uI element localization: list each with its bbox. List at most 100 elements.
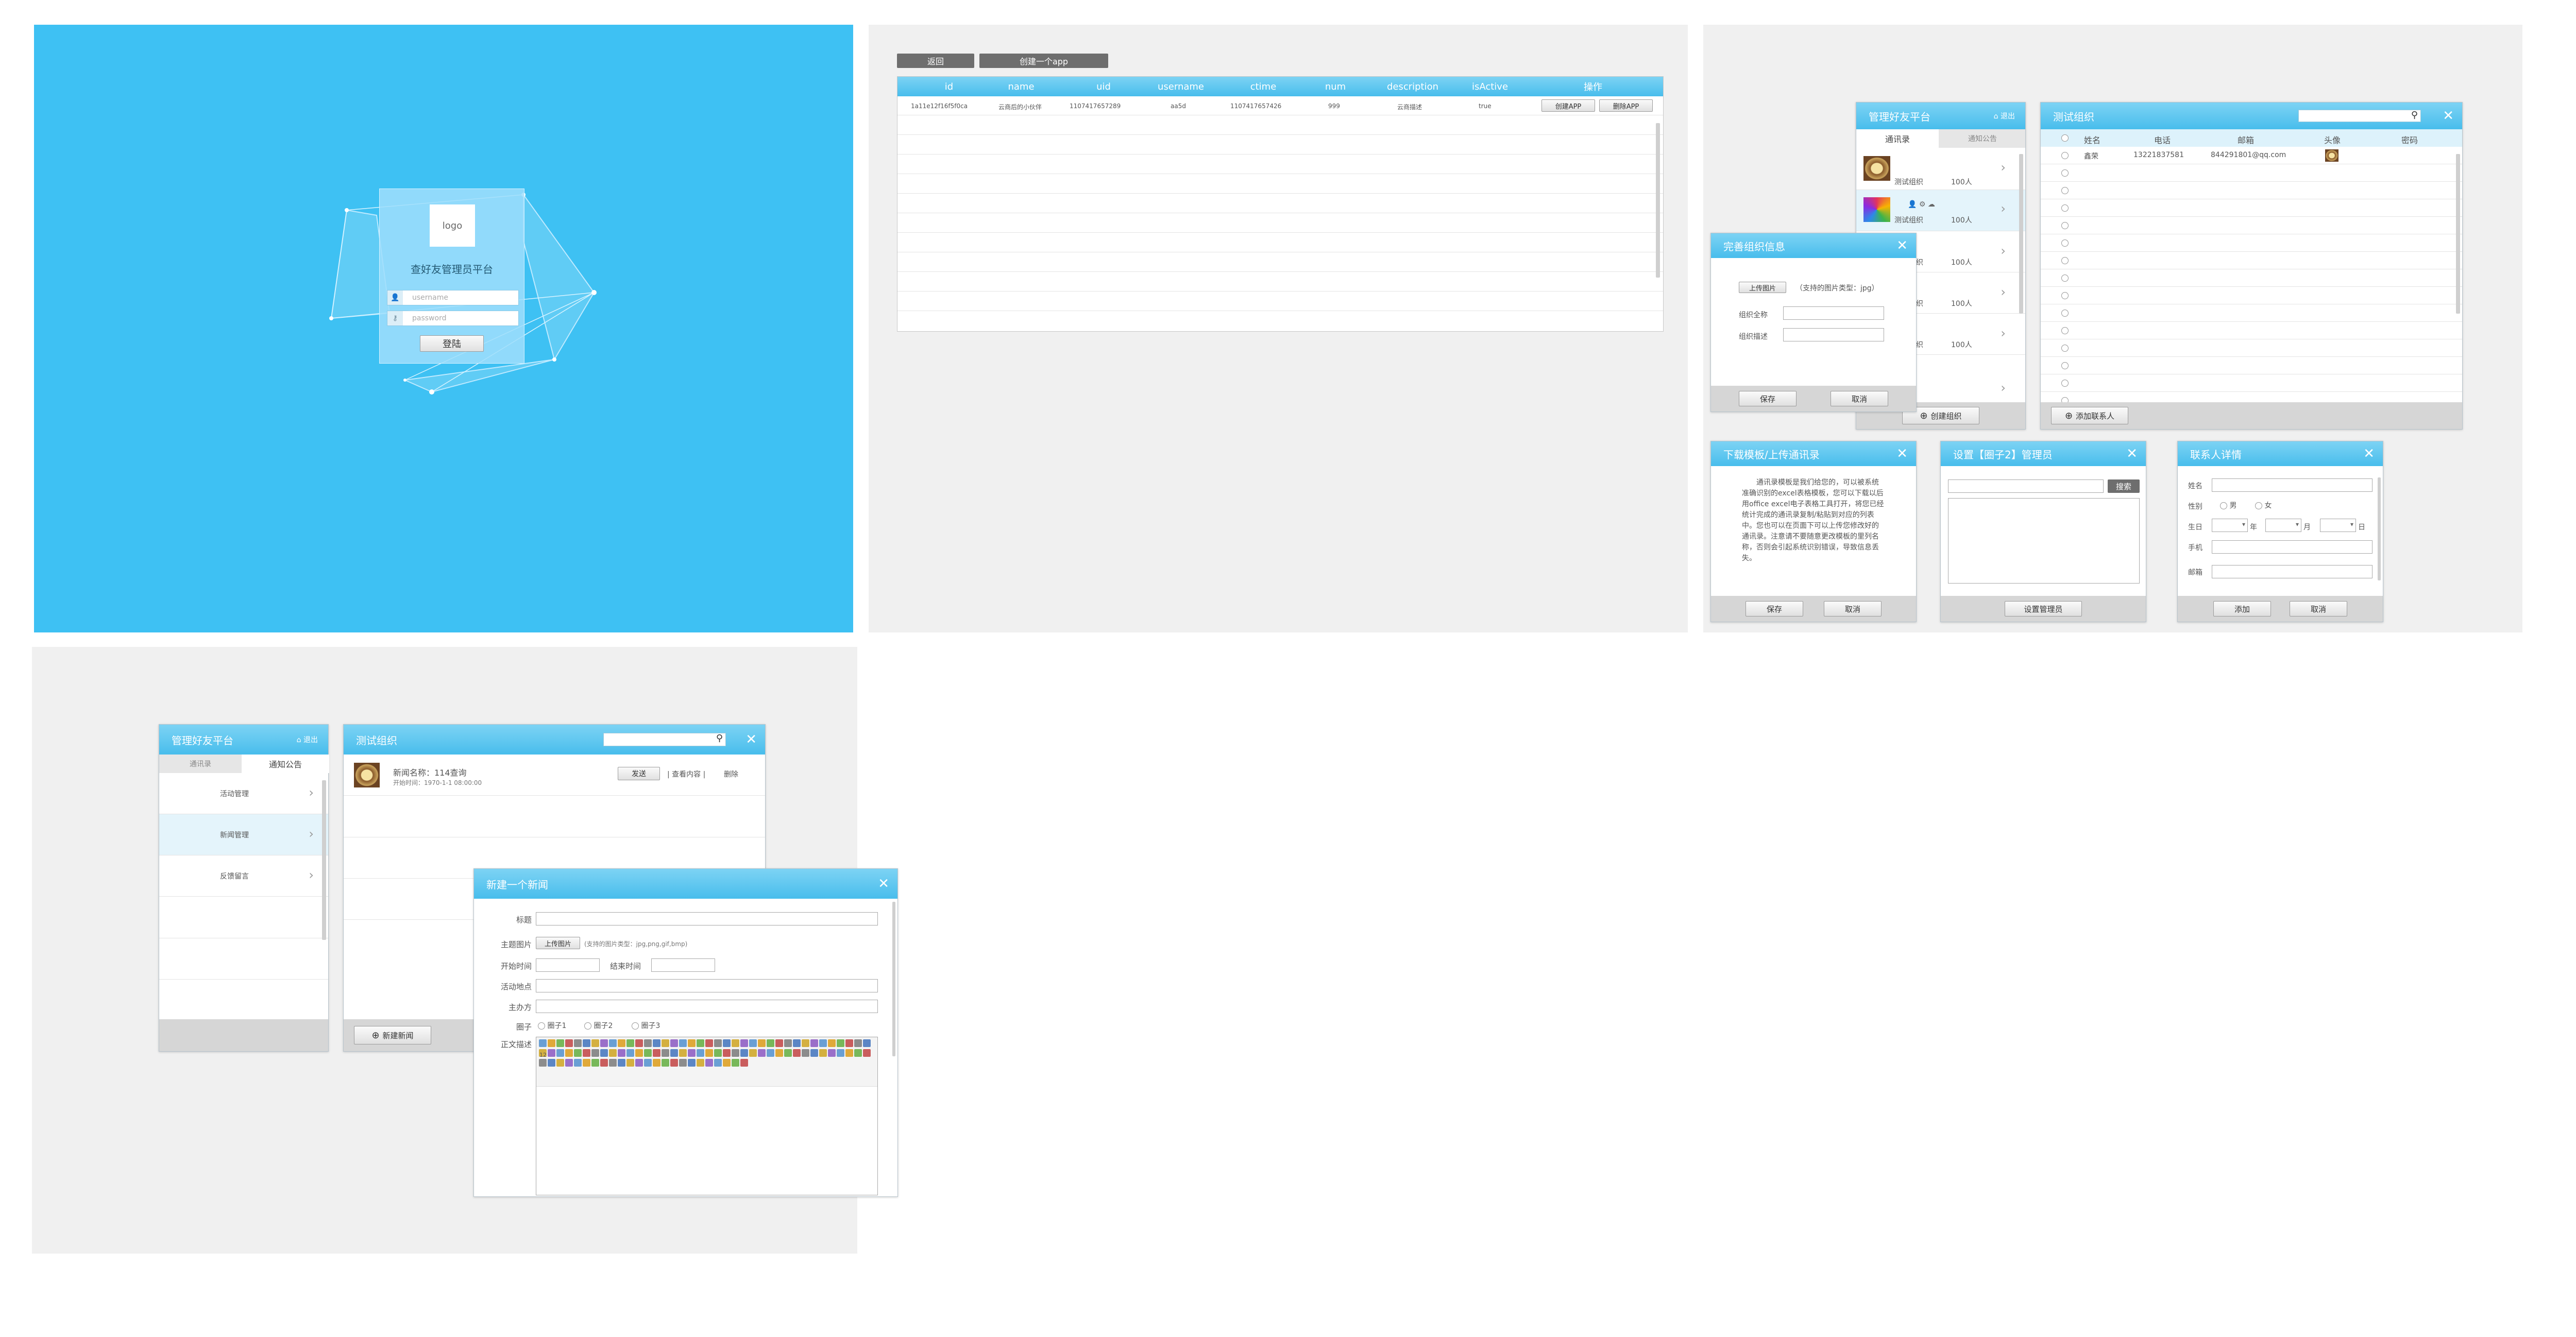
close-icon[interactable]: ✕	[1896, 239, 1908, 252]
editor-tool-icon[interactable]	[793, 1049, 801, 1057]
editor-tool-icon[interactable]	[548, 1059, 555, 1067]
editor-tool-icon[interactable]	[688, 1039, 696, 1047]
editor-tool-icon[interactable]	[837, 1039, 844, 1047]
editor-tool-icon[interactable]	[626, 1059, 634, 1067]
editor-tool-icon[interactable]	[556, 1059, 564, 1067]
row-radio[interactable]	[2061, 327, 2069, 334]
username-field[interactable]: 👤 username	[387, 290, 519, 305]
circle-option-3[interactable]: 圈子3	[632, 1020, 660, 1031]
close-icon[interactable]: ✕	[745, 733, 757, 746]
editor-tool-icon[interactable]	[644, 1059, 652, 1067]
close-icon[interactable]: ✕	[2126, 447, 2138, 460]
upload-image-button[interactable]: 上传图片	[1739, 282, 1786, 293]
editor-tool-icon[interactable]	[810, 1039, 818, 1047]
editor-tool-icon[interactable]	[714, 1039, 722, 1047]
close-icon[interactable]: ✕	[2363, 447, 2375, 460]
birth-day-select[interactable]	[2320, 519, 2356, 532]
admin-search-input[interactable]	[1948, 479, 2104, 493]
dialog-scrollbar[interactable]	[2378, 477, 2381, 580]
editor-tool-icon[interactable]	[697, 1039, 704, 1047]
editor-tool-icon[interactable]	[767, 1039, 774, 1047]
contacts-search-input[interactable]	[2298, 110, 2421, 122]
editor-tool-icon[interactable]	[854, 1039, 862, 1047]
male-radio[interactable]	[2220, 502, 2227, 509]
editor-tool-icon[interactable]	[662, 1059, 669, 1067]
set-admin-button[interactable]: 设置管理员	[2005, 601, 2082, 616]
editor-tool-icon[interactable]	[749, 1049, 757, 1057]
editor-tool-icon[interactable]	[732, 1059, 739, 1067]
tab-contacts[interactable]: 通讯录	[1856, 129, 1939, 148]
editor-tool-icon[interactable]	[732, 1039, 739, 1047]
editor-tool-icon[interactable]	[740, 1059, 748, 1067]
editor-tool-icon[interactable]	[644, 1039, 652, 1047]
editor-tool-icon[interactable]	[609, 1049, 617, 1057]
editor-tool-icon[interactable]	[653, 1049, 660, 1057]
gender-female-option[interactable]: 女	[2255, 500, 2272, 510]
admin-result-list[interactable]	[1948, 498, 2140, 584]
email-input[interactable]	[2212, 565, 2372, 578]
start-time-input[interactable]	[536, 958, 600, 972]
add-contact-button[interactable]: ⊕ 添加联系人	[2051, 407, 2128, 424]
login-button[interactable]: 登陆	[420, 335, 484, 352]
delete-app-row-button[interactable]: 删除APP	[1599, 99, 1653, 112]
view-content-link[interactable]: | 查看内容 |	[667, 769, 705, 779]
logout-link[interactable]: ⌂ 退出	[1994, 111, 2015, 121]
editor-tool-icon[interactable]	[723, 1049, 731, 1057]
editor-tool-icon[interactable]	[679, 1049, 687, 1057]
row-radio[interactable]	[2061, 169, 2069, 177]
row-radio[interactable]	[2061, 275, 2069, 282]
editor-tool-icon[interactable]	[688, 1049, 696, 1057]
editor-tool-icon[interactable]	[758, 1039, 766, 1047]
org-list-item[interactable]: 👤 ⚙ ☁ 测试组织 100人 ›	[1856, 190, 2025, 231]
editor-tool-icon[interactable]	[749, 1039, 757, 1047]
editor-tool-icon[interactable]	[600, 1049, 608, 1057]
logout-link[interactable]: ⌂ 退出	[297, 734, 318, 745]
circle-option-2[interactable]: 圈子2	[584, 1020, 613, 1031]
birth-year-select[interactable]	[2212, 519, 2248, 532]
org-fullname-input[interactable]	[1783, 306, 1884, 320]
editor-tool-icon[interactable]	[819, 1039, 827, 1047]
tab-contacts[interactable]: 通讯录	[159, 755, 242, 773]
tab-notices[interactable]: 通知公告	[1939, 129, 2026, 148]
editor-tool-icon[interactable]	[784, 1039, 792, 1047]
editor-tool-icon[interactable]	[574, 1039, 582, 1047]
back-button[interactable]: 返回	[897, 54, 974, 68]
editor-tool-icon[interactable]	[583, 1039, 590, 1047]
place-input[interactable]	[536, 979, 878, 992]
editor-tool-icon[interactable]	[767, 1049, 774, 1057]
news-list-item[interactable]: 新闻名称：114查询 开始时间：1970-1-1 08:00:00 发送 | 查…	[344, 755, 765, 796]
new-news-button[interactable]: ⊕ 新建新闻	[354, 1026, 431, 1044]
editor-tool-icon[interactable]	[740, 1049, 748, 1057]
editor-tool-icon[interactable]	[679, 1039, 687, 1047]
create-app-button[interactable]: 创建一个app	[979, 54, 1108, 68]
search-icon[interactable]: ⚲	[716, 733, 723, 744]
menu-item-feedback[interactable]: 反馈留言 ›	[159, 855, 328, 897]
close-icon[interactable]: ✕	[1896, 447, 1908, 460]
upload-image-button[interactable]: 上传图片	[536, 937, 580, 949]
editor-tool-icon[interactable]	[670, 1059, 678, 1067]
contacts-scrollbar[interactable]	[2456, 154, 2460, 314]
org-desc-input[interactable]	[1783, 328, 1884, 341]
editor-tool-icon[interactable]	[714, 1049, 722, 1057]
circle-3-radio[interactable]	[632, 1022, 639, 1030]
row-radio[interactable]	[2061, 345, 2069, 352]
editor-tool-icon[interactable]	[775, 1039, 783, 1047]
editor-tool-icon[interactable]	[548, 1049, 555, 1057]
editor-tool-icon[interactable]	[565, 1049, 573, 1057]
delete-link[interactable]: 删除	[724, 769, 738, 779]
editor-tool-icon[interactable]	[723, 1059, 731, 1067]
row-radio[interactable]	[2061, 380, 2069, 387]
editor-tool-icon[interactable]	[802, 1039, 809, 1047]
row-radio[interactable]	[2061, 204, 2069, 212]
editor-tool-icon[interactable]	[845, 1039, 853, 1047]
editor-tool-icon[interactable]	[600, 1039, 608, 1047]
editor-tool-icon[interactable]	[626, 1039, 634, 1047]
editor-tool-icon[interactable]	[863, 1049, 871, 1057]
save-button[interactable]: 保存	[1745, 601, 1803, 616]
editor-tool-icon[interactable]	[556, 1049, 564, 1057]
birth-month-select[interactable]	[2265, 519, 2301, 532]
row-radio[interactable]	[2061, 362, 2069, 369]
editor-tool-icon[interactable]	[775, 1049, 783, 1057]
editor-tool-icon[interactable]	[574, 1049, 582, 1057]
editor-tool-icon[interactable]	[714, 1059, 722, 1067]
